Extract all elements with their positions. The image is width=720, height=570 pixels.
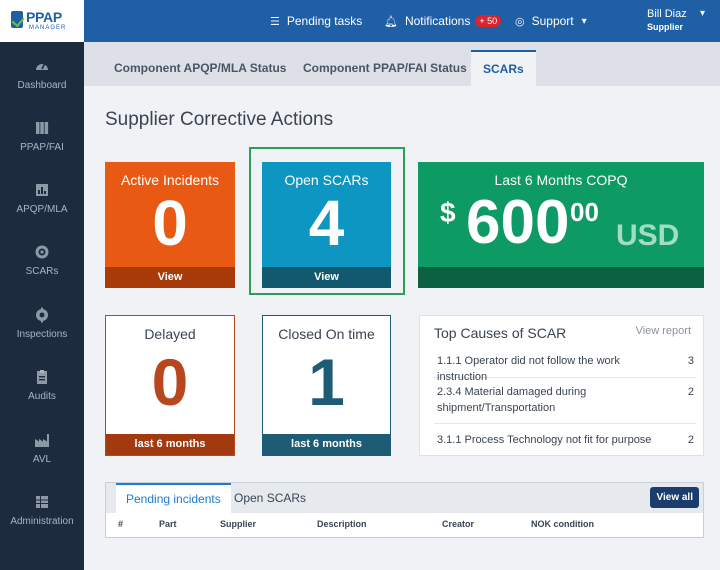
top-causes-panel: Top Causes of SCAR View report 1.1.1 Ope…	[419, 315, 704, 456]
notifications-badge: + 50	[475, 15, 502, 27]
card-title: Open SCARs	[284, 172, 369, 188]
closed-on-time-card: Closed On time 1 last 6 months	[262, 315, 391, 456]
sidebar-item-apqp-mla[interactable]: APQP/MLA	[0, 182, 84, 242]
copq-footer	[418, 267, 704, 288]
sidebar-item-scars[interactable]: SCARs	[0, 244, 84, 304]
gear-check-icon	[36, 307, 48, 323]
tab-component-apqp-mla-status[interactable]: Component APQP/MLA Status	[102, 50, 298, 86]
cause-text: 2.3.4 Material damaged during shipment/T…	[437, 386, 587, 414]
user-menu[interactable]: Bill Diaz Supplier	[647, 8, 687, 32]
tab-scars[interactable]: SCARs	[471, 50, 536, 86]
column-header-description[interactable]: Description	[317, 519, 367, 529]
user-role: Supplier	[647, 22, 684, 32]
card-value: 1	[308, 345, 345, 419]
delayed-period-label[interactable]: last 6 months	[106, 434, 234, 455]
open-scars-view-link[interactable]: View	[262, 267, 391, 288]
section-tabs: Component APQP/MLA Status Component PPAP…	[84, 42, 720, 86]
clipboard-icon	[37, 370, 47, 384]
chart-doc-icon	[36, 184, 48, 196]
card-title: Active Incidents	[120, 172, 220, 188]
factory-icon	[35, 434, 49, 447]
headset-icon: ◎	[515, 15, 525, 28]
sidebar-item-label: Audits	[28, 391, 56, 402]
cause-item[interactable]: 1.1.1 Operator did not follow the work i…	[434, 353, 696, 383]
sidebar-item-administration[interactable]: Administration	[0, 494, 84, 554]
cause-item[interactable]: 3.1.1 Process Technology not fit for pur…	[434, 432, 696, 454]
active-incidents-view-link[interactable]: View	[105, 267, 235, 288]
card-value: 0	[152, 187, 188, 259]
support-menu[interactable]: ◎ Support ▾	[515, 0, 587, 42]
closed-period-label[interactable]: last 6 months	[263, 434, 390, 455]
notifications-link[interactable]: 🔔︎ Notifications + 50	[384, 0, 502, 42]
sidebar-item-ppap-fai[interactable]: PPAP/FAI	[0, 120, 84, 180]
column-header-part[interactable]: Part	[159, 519, 177, 529]
column-header-creator[interactable]: Creator	[442, 519, 474, 529]
speedometer-icon	[36, 62, 48, 70]
incidents-tabbar: Pending incidents Open SCARs View all	[106, 483, 703, 513]
top-causes-title: Top Causes of SCAR	[434, 325, 567, 341]
tab-open-scars[interactable]: Open SCARs	[224, 483, 316, 513]
logo-check-icon	[11, 11, 23, 28]
bell-icon: 🔔︎	[384, 15, 398, 28]
copq-value: 600	[466, 188, 570, 257]
card-title: Closed On time	[278, 326, 375, 342]
cause-text: 1.1.1 Operator did not follow the work i…	[437, 355, 620, 383]
sidebar-item-label: SCARs	[25, 266, 59, 277]
incidents-panel: Pending incidents Open SCARs View all # …	[105, 482, 704, 538]
target-icon	[35, 245, 49, 259]
copq-currency: USD	[616, 219, 680, 252]
column-header-supplier[interactable]: Supplier	[220, 519, 256, 529]
list-icon: ☰	[270, 15, 280, 28]
tab-pending-incidents[interactable]: Pending incidents	[116, 483, 231, 513]
currency-symbol: $	[440, 197, 456, 228]
sidebar-item-label: Dashboard	[17, 80, 67, 91]
column-header-nok-condition[interactable]: NOK condition	[531, 519, 594, 529]
delayed-card: Delayed 0 last 6 months	[105, 315, 235, 456]
sidebar: Dashboard PPAP/FAI APQP/MLA SCARs Inspec…	[0, 42, 84, 570]
card-title: Delayed	[144, 326, 196, 342]
page-title: Supplier Corrective Actions	[105, 109, 334, 130]
sidebar-item-label: APQP/MLA	[16, 204, 68, 215]
user-name: Bill Diaz	[647, 8, 687, 20]
logo-subtext: MANAGER	[29, 25, 67, 31]
card-value: 0	[151, 345, 189, 419]
logo-text: PPAP	[26, 9, 62, 25]
sidebar-item-label: AVL	[32, 454, 52, 465]
chevron-down-icon: ▾	[581, 15, 587, 27]
view-all-button[interactable]: View all	[650, 487, 699, 508]
sidebar-item-label: Inspections	[16, 329, 68, 340]
top-bar: PPAP MANAGER ☰ Pending tasks 🔔︎ Notifica…	[0, 0, 720, 42]
cause-count: 2	[687, 386, 694, 398]
binders-icon	[36, 122, 49, 134]
tab-component-ppap-fai-status[interactable]: Component PPAP/FAI Status	[291, 50, 479, 86]
sidebar-item-label: PPAP/FAI	[20, 142, 64, 153]
copq-amount: $ 600 00 USD	[418, 187, 704, 257]
sidebar-item-avl[interactable]: AVL	[0, 432, 84, 492]
app-logo[interactable]: PPAP MANAGER	[0, 0, 84, 42]
support-label: Support	[531, 14, 574, 28]
pending-tasks-link[interactable]: ☰ Pending tasks	[270, 0, 362, 42]
user-chevron-down-icon[interactable]: ▾	[700, 8, 705, 19]
view-report-link[interactable]: View report	[636, 325, 691, 337]
copq-cents: 00	[570, 197, 599, 227]
sidebar-item-dashboard[interactable]: Dashboard	[0, 58, 84, 118]
cause-item[interactable]: 2.3.4 Material damaged during shipment/T…	[434, 384, 696, 424]
card-title: Last 6 Months COPQ	[494, 172, 628, 188]
table-icon	[36, 496, 48, 508]
cause-text: 3.1.1 Process Technology not fit for pur…	[437, 434, 652, 446]
open-scars-card: Open SCARs 4 View	[262, 162, 391, 288]
copq-card: Last 6 Months COPQ $ 600 00 USD	[418, 162, 704, 288]
sidebar-item-inspections[interactable]: Inspections	[0, 307, 84, 367]
column-header-number[interactable]: #	[118, 519, 123, 529]
notifications-label: Notifications	[404, 14, 471, 28]
pending-tasks-label: Pending tasks	[286, 14, 363, 28]
sidebar-item-label: Administration	[10, 516, 74, 527]
cause-count: 3	[687, 355, 694, 367]
sidebar-item-audits[interactable]: Audits	[0, 369, 84, 429]
card-value: 4	[308, 187, 345, 259]
active-incidents-card: Active Incidents 0 View	[105, 162, 235, 288]
cause-count: 2	[687, 434, 694, 446]
